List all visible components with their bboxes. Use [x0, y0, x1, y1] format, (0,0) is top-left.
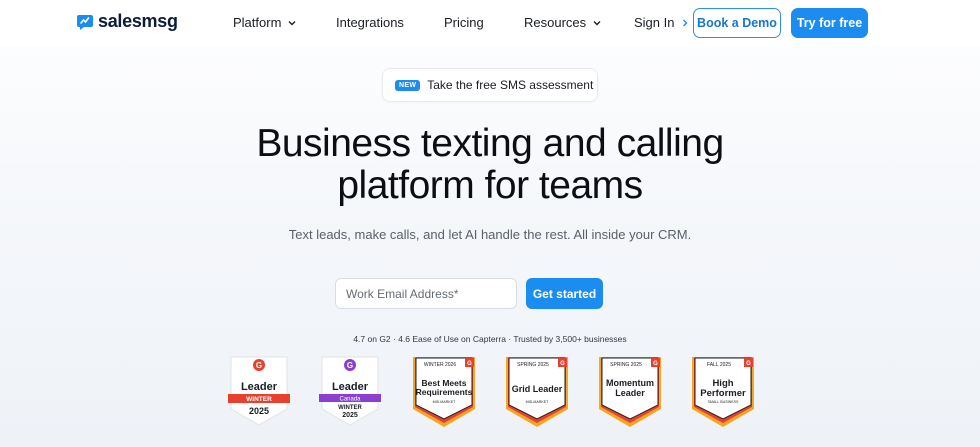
- announcement-pill[interactable]: NEW Take the free SMS assessment: [382, 68, 598, 102]
- nav-integrations[interactable]: Integrations: [336, 15, 404, 30]
- nav-pricing[interactable]: Pricing: [444, 15, 484, 30]
- svg-text:G: G: [347, 361, 353, 370]
- try-free-button[interactable]: Try for free: [791, 8, 868, 38]
- svg-text:G: G: [746, 361, 751, 367]
- badge-segment: MID-MARKET: [433, 400, 457, 404]
- headline-line-2: platform for teams: [337, 164, 643, 207]
- sign-in-link[interactable]: Sign In: [634, 15, 690, 30]
- nav-platform[interactable]: Platform: [233, 15, 297, 30]
- page-title: Business texting and calling platform fo…: [0, 123, 980, 207]
- trust-line: 4.7 on G2 · 4.6 Ease of Use on Capterra …: [353, 334, 627, 344]
- badge-title: Leader: [332, 381, 369, 393]
- nav-resources[interactable]: Resources: [524, 15, 602, 30]
- badge-segment: SMALL BUSINESS: [708, 400, 739, 404]
- svg-text:G: G: [256, 361, 262, 370]
- g2-badge-leader-canada: G Leader Canada WINTER 2025: [319, 355, 381, 427]
- badge-season: SPRING 2025: [517, 362, 549, 368]
- chevron-down-icon: [593, 20, 601, 25]
- badge-year: 2025: [249, 406, 269, 416]
- g2-badge-momentum-leader: G SPRING 2025 Momentum Leader: [597, 355, 663, 429]
- email-field[interactable]: [335, 278, 517, 309]
- nav-platform-label: Platform: [233, 15, 282, 30]
- badge-season: WINTER 2026: [424, 362, 456, 368]
- get-started-button[interactable]: Get started: [526, 278, 603, 309]
- badge-year: 2025: [342, 412, 358, 419]
- chevron-down-icon: [288, 20, 296, 25]
- svg-text:G: G: [467, 361, 472, 367]
- nav-integrations-label: Integrations: [336, 15, 404, 30]
- g2-badge-leader-winter: G Leader WINTER 2025: [228, 355, 290, 427]
- badge-title-2: Leader: [615, 388, 645, 398]
- logo-text: salesmsg: [98, 11, 178, 31]
- badge-season: SPRING 2025: [610, 362, 642, 368]
- chevron-right-icon: [683, 19, 688, 26]
- top-nav: salesmsg Platform Integrations Pricing R…: [0, 0, 980, 46]
- badge-title-1: Momentum: [606, 378, 654, 388]
- subheadline: Text leads, make calls, and let AI handl…: [288, 227, 692, 242]
- nav-pricing-label: Pricing: [444, 15, 484, 30]
- badge-ribbon: Canada: [339, 397, 361, 403]
- nav-resources-label: Resources: [524, 15, 587, 30]
- svg-text:G: G: [560, 361, 565, 367]
- sign-in-label: Sign In: [634, 15, 675, 30]
- badge-title-2: Requirements: [416, 387, 473, 397]
- g2-badge-high-performer: G FALL 2025 High Performer SMALL BUSINES…: [690, 355, 756, 429]
- g2-badge-grid-leader: G SPRING 2025 Grid Leader MID-MARKET: [504, 355, 570, 429]
- svg-text:G: G: [653, 361, 658, 367]
- g2-badge-best-meets-requirements: G WINTER 2026 Best Meets Requirements MI…: [411, 355, 477, 429]
- badge-title: Leader: [241, 381, 278, 393]
- badge-title-2: Performer: [700, 388, 746, 399]
- badge-ribbon-2: WINTER: [338, 405, 362, 411]
- award-badges: G Leader WINTER 2025 G Leader Canada WIN…: [0, 355, 980, 435]
- new-badge: NEW: [395, 79, 421, 91]
- badge-season: FALL 2025: [707, 362, 731, 368]
- badge-segment: MID-MARKET: [526, 400, 550, 404]
- headline-line-1: Business texting and calling: [256, 122, 724, 165]
- badge-title-1: Grid Leader: [512, 384, 563, 394]
- logo[interactable]: salesmsg: [76, 11, 178, 32]
- badge-ribbon: WINTER: [246, 396, 272, 403]
- book-demo-button[interactable]: Book a Demo: [693, 8, 781, 38]
- salesmsg-logo-icon: [77, 14, 93, 30]
- announcement-text: Take the free SMS assessment: [427, 78, 594, 92]
